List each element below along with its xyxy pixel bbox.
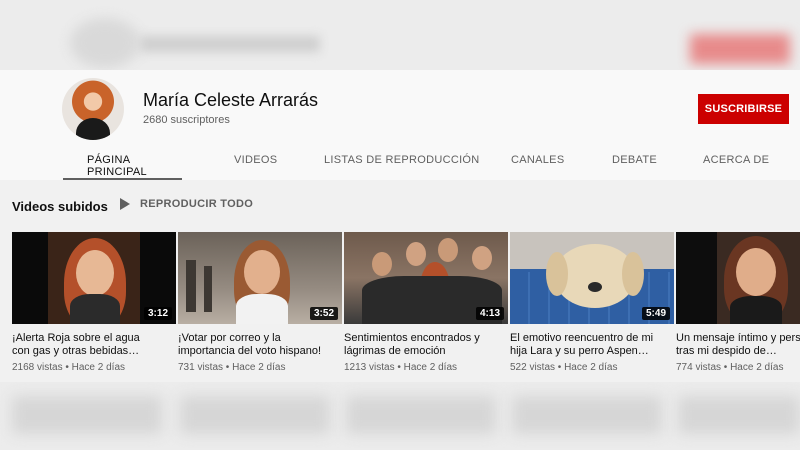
video-duration: 5:49 — [641, 307, 670, 320]
tab-videos[interactable]: VIDEOS — [234, 154, 277, 180]
video-card[interactable]: Un mensaje íntimo y personal tras mi des… — [676, 232, 800, 373]
video-title[interactable]: Sentimientos encontrados y lágrimas de e… — [344, 332, 502, 358]
video-meta: 522 vistas • Hace 2 días — [510, 362, 618, 373]
video-title[interactable]: Un mensaje íntimo y personal tras mi des… — [676, 332, 800, 358]
video-card[interactable]: 3:12 ¡Alerta Roja sobre el agua con gas … — [12, 232, 176, 373]
tab-discussion[interactable]: DEBATE — [612, 154, 657, 180]
video-duration: 4:13 — [475, 307, 504, 320]
tab-about[interactable]: ACERCA DE — [703, 154, 769, 180]
video-card[interactable]: 3:52 ¡Votar por correo y la importancia … — [178, 232, 342, 373]
video-thumbnail[interactable]: 3:52 — [178, 232, 342, 324]
video-title-line-1: ¡Alerta Roja sobre el agua — [12, 332, 140, 344]
play-icon — [120, 198, 130, 210]
video-meta: 774 vistas • Hace 2 días — [676, 362, 784, 373]
video-thumbnail[interactable] — [676, 232, 800, 324]
tab-channels[interactable]: CANALES — [511, 154, 564, 180]
video-title[interactable]: ¡Votar por correo y la importancia del v… — [178, 332, 336, 358]
channel-name: María Celeste Arrarás — [143, 90, 319, 110]
video-meta: 731 vistas • Hace 2 días — [178, 362, 286, 373]
channel-tabs: PÁGINA PRINCIPAL VIDEOS LISTAS DE REPROD… — [0, 150, 800, 180]
video-card[interactable]: 4:13 Sentimientos encontrados y lágrimas… — [344, 232, 508, 373]
uploads-section: Videos subidos REPRODUCIR TODO 3:12 ¡Ale… — [0, 180, 800, 382]
video-title-line-1: Sentimientos encontrados y — [344, 332, 480, 344]
video-thumbnail[interactable]: 3:12 — [12, 232, 176, 324]
play-all-button[interactable]: REPRODUCIR TODO — [120, 198, 253, 210]
video-meta: 2168 vistas • Hace 2 días — [12, 362, 126, 373]
subscribe-button[interactable]: SUSCRIBIRSE — [698, 94, 789, 124]
video-title-line-2: hija Lara y su perro Aspen… — [510, 345, 649, 357]
video-duration: 3:52 — [309, 307, 338, 320]
video-title-line-2: importancia del voto hispano! — [178, 345, 322, 357]
video-thumbnail[interactable]: 4:13 — [344, 232, 508, 324]
blurred-top-area — [0, 0, 800, 70]
video-title-line-2: con gas y otras bebidas… — [12, 345, 140, 357]
section-title: Videos subidos — [12, 199, 108, 214]
blurred-bottom-area — [0, 382, 800, 450]
channel-header: María Celeste Arrarás 2680 suscriptores … — [0, 70, 800, 180]
video-title-line-1: ¡Votar por correo y la — [178, 332, 281, 344]
video-title[interactable]: El emotivo reencuentro de mi hija Lara y… — [510, 332, 668, 358]
video-title[interactable]: ¡Alerta Roja sobre el agua con gas y otr… — [12, 332, 170, 358]
video-meta: 1213 vistas • Hace 2 días — [344, 362, 458, 373]
video-title-line-1: Un mensaje íntimo y personal — [676, 332, 800, 344]
tab-playlists[interactable]: LISTAS DE REPRODUCCIÓN — [324, 154, 480, 180]
video-thumbnail[interactable]: 5:49 — [510, 232, 674, 324]
subscriber-count: 2680 suscriptores — [143, 114, 230, 126]
video-title-line-2: lágrimas de emoción — [344, 345, 446, 357]
video-duration: 3:12 — [143, 307, 172, 320]
channel-avatar[interactable] — [62, 78, 124, 140]
video-title-line-1: El emotivo reencuentro de mi — [510, 332, 654, 344]
video-title-line-2: tras mi despido de… — [676, 345, 777, 357]
video-card[interactable]: 5:49 El emotivo reencuentro de mi hija L… — [510, 232, 674, 373]
tab-home[interactable]: PÁGINA PRINCIPAL — [63, 154, 182, 180]
play-all-label: REPRODUCIR TODO — [140, 198, 254, 210]
